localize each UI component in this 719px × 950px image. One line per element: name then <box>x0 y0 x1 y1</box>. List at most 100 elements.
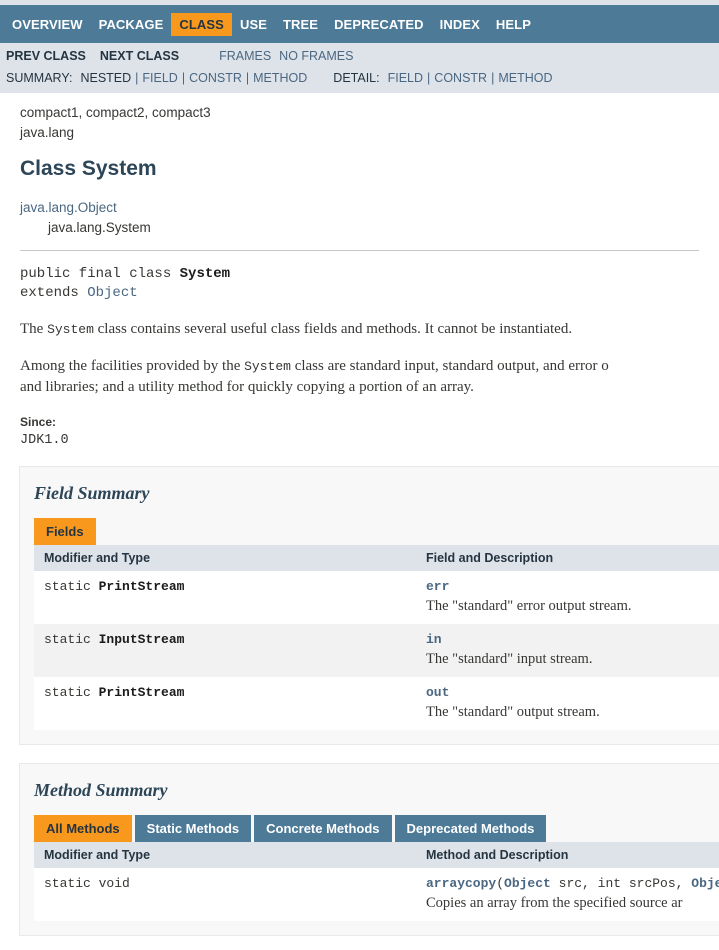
method-col1-header: Modifier and Type <box>34 842 416 868</box>
page-title: Class System <box>20 157 157 180</box>
field-summary-section: Field Summary Fields Modifier and Type F… <box>19 466 719 745</box>
since-label: Since: <box>20 415 57 429</box>
detail-method-link[interactable]: METHOD <box>498 68 552 88</box>
detail-constr-link[interactable]: CONSTR <box>434 68 487 88</box>
summary-method-link[interactable]: METHOD <box>253 68 307 88</box>
nav-item-use[interactable]: USE <box>232 13 275 36</box>
subnav-class-links-row: PREV CLASS NEXT CLASS FRAMES NO FRAMES <box>6 46 713 66</box>
no-frames-link[interactable]: NO FRAMES <box>279 46 353 66</box>
summary-nested: NESTED <box>80 71 132 85</box>
summary-sep-1: | <box>135 71 139 85</box>
nav-item-class[interactable]: CLASS <box>171 12 232 36</box>
field-row-0-type: static PrintStream <box>34 571 416 624</box>
method-0-name[interactable]: arraycopy <box>426 876 496 891</box>
declaration-class-name: System <box>179 266 231 282</box>
method-0-args: src, int srcPos, <box>550 876 692 891</box>
summary-label: SUMMARY: <box>6 71 73 85</box>
method-summary-wrap: Method Summary All Methods Static Method… <box>0 745 719 936</box>
field-row-1-desc: in The "standard" input stream. <box>416 624 719 677</box>
prev-class-link[interactable]: PREV CLASS <box>6 46 86 66</box>
inheritance-current: java.lang.System <box>48 220 151 235</box>
field-tabs: Fields <box>34 518 719 545</box>
top-navigation-bar: OVERVIEW PACKAGE CLASS USE TREE DEPRECAT… <box>0 5 719 43</box>
method-0-type2[interactable]: Obje <box>691 876 719 891</box>
field-2-type-link[interactable]: PrintStream <box>99 685 185 700</box>
field-0-type-link[interactable]: PrintStream <box>99 579 185 594</box>
table-row: static void arraycopy(Object src, int sr… <box>34 868 719 921</box>
package-label: java.lang <box>20 125 75 140</box>
para1-text-a: The <box>20 321 48 337</box>
subnav-summary-detail-row: SUMMARY: NESTED | FIELD | CONSTR | METHO… <box>6 66 713 88</box>
detail-sep-1: | <box>427 71 431 85</box>
inheritance-tree: java.lang.Object java.lang.System <box>0 182 719 238</box>
summary-sep-3: | <box>245 71 250 85</box>
field-summary-table: Modifier and Type Field and Description … <box>34 545 719 730</box>
declaration-prefix: public final class <box>20 266 180 282</box>
class-header: compact1, compact2, compact3 java.lang C… <box>0 93 719 182</box>
extends-type-link[interactable]: Object <box>87 285 137 301</box>
field-1-type-link[interactable]: InputStream <box>99 632 185 647</box>
nav-item-index[interactable]: INDEX <box>432 13 488 36</box>
class-declaration: public final class System extends Object <box>20 265 699 303</box>
para1-code: System <box>47 322 94 337</box>
next-class-link[interactable]: NEXT CLASS <box>100 46 179 66</box>
field-1-name-link[interactable]: in <box>426 632 719 647</box>
para2-code: System <box>244 359 291 374</box>
description-paragraph-2: Among the facilities provided by the Sys… <box>20 356 699 397</box>
description-paragraph-1: The System class contains several useful… <box>20 319 699 340</box>
nav-item-deprecated[interactable]: DEPRECATED <box>326 13 432 36</box>
extends-prefix: extends <box>20 285 88 301</box>
method-row-0-desc: arraycopy(Object src, int srcPos, Obje C… <box>416 868 719 921</box>
detail-sep-2: | <box>491 71 495 85</box>
detail-label: DETAIL: <box>333 71 380 85</box>
since-value: JDK1.0 <box>20 433 69 448</box>
method-summary-table: Modifier and Type Method and Description… <box>34 842 719 921</box>
para1-text-b: class contains several useful class fiel… <box>93 321 573 337</box>
field-1-modifier: static <box>44 632 99 647</box>
nav-item-help[interactable]: HELP <box>488 13 539 36</box>
table-row: static InputStream in The "standard" inp… <box>34 624 719 677</box>
tab-all-methods[interactable]: All Methods <box>34 815 132 842</box>
class-description: public final class System extends Object… <box>0 251 719 448</box>
field-2-description: The "standard" output stream. <box>426 704 600 720</box>
sub-navigation-bar: PREV CLASS NEXT CLASS FRAMES NO FRAMES S… <box>0 43 719 93</box>
field-row-2-desc: out The "standard" output stream. <box>416 677 719 730</box>
profiles-label: compact1, compact2, compact3 <box>20 105 211 120</box>
table-row: static PrintStream out The "standard" ou… <box>34 677 719 730</box>
field-row-2-type: static PrintStream <box>34 677 416 730</box>
tab-fields[interactable]: Fields <box>34 518 96 545</box>
field-0-name-link[interactable]: err <box>426 579 719 594</box>
tab-concrete-methods[interactable]: Concrete Methods <box>254 815 392 842</box>
para2-text-b: class are standard input, standard outpu… <box>290 358 609 374</box>
field-2-name-link[interactable]: out <box>426 685 719 700</box>
nav-item-package[interactable]: PACKAGE <box>91 13 172 36</box>
method-summary-title: Method Summary <box>34 780 168 800</box>
field-0-description: The "standard" error output stream. <box>426 598 632 614</box>
field-2-modifier: static <box>44 685 99 700</box>
method-0-signature[interactable]: arraycopy(Object src, int srcPos, Obje <box>426 876 719 891</box>
tab-deprecated-methods[interactable]: Deprecated Methods <box>394 815 547 842</box>
nav-item-overview[interactable]: OVERVIEW <box>4 13 91 36</box>
nav-item-tree[interactable]: TREE <box>275 13 326 36</box>
summary-sep-2: | <box>181 71 186 85</box>
tab-static-methods[interactable]: Static Methods <box>134 815 252 842</box>
since-block: Since: JDK1.0 <box>20 415 699 448</box>
field-row-0-desc: err The "standard" error output stream. <box>416 571 719 624</box>
method-table-header-row: Modifier and Type Method and Description <box>34 842 719 868</box>
frames-link[interactable]: FRAMES <box>219 46 271 66</box>
field-row-1-type: static InputStream <box>34 624 416 677</box>
inheritance-parent-link[interactable]: java.lang.Object <box>20 198 699 218</box>
field-0-modifier: static <box>44 579 99 594</box>
field-table-header-row: Modifier and Type Field and Description <box>34 545 719 571</box>
summary-field-link[interactable]: FIELD <box>142 68 177 88</box>
method-0-paren: ( <box>496 876 505 891</box>
field-summary-wrap: Field Summary Fields Modifier and Type F… <box>0 448 719 745</box>
table-row: static PrintStream err The "standard" er… <box>34 571 719 624</box>
para2-line2: and libraries; and a utility method for … <box>20 379 474 395</box>
detail-field-link[interactable]: FIELD <box>388 68 423 88</box>
method-0-description: Copies an array from the specified sourc… <box>426 895 683 911</box>
summary-constr-link[interactable]: CONSTR <box>189 68 242 88</box>
method-tabs: All Methods Static Methods Concrete Meth… <box>34 815 719 842</box>
main-content: compact1, compact2, compact3 java.lang C… <box>0 93 719 936</box>
method-0-type1[interactable]: Object <box>504 876 551 891</box>
